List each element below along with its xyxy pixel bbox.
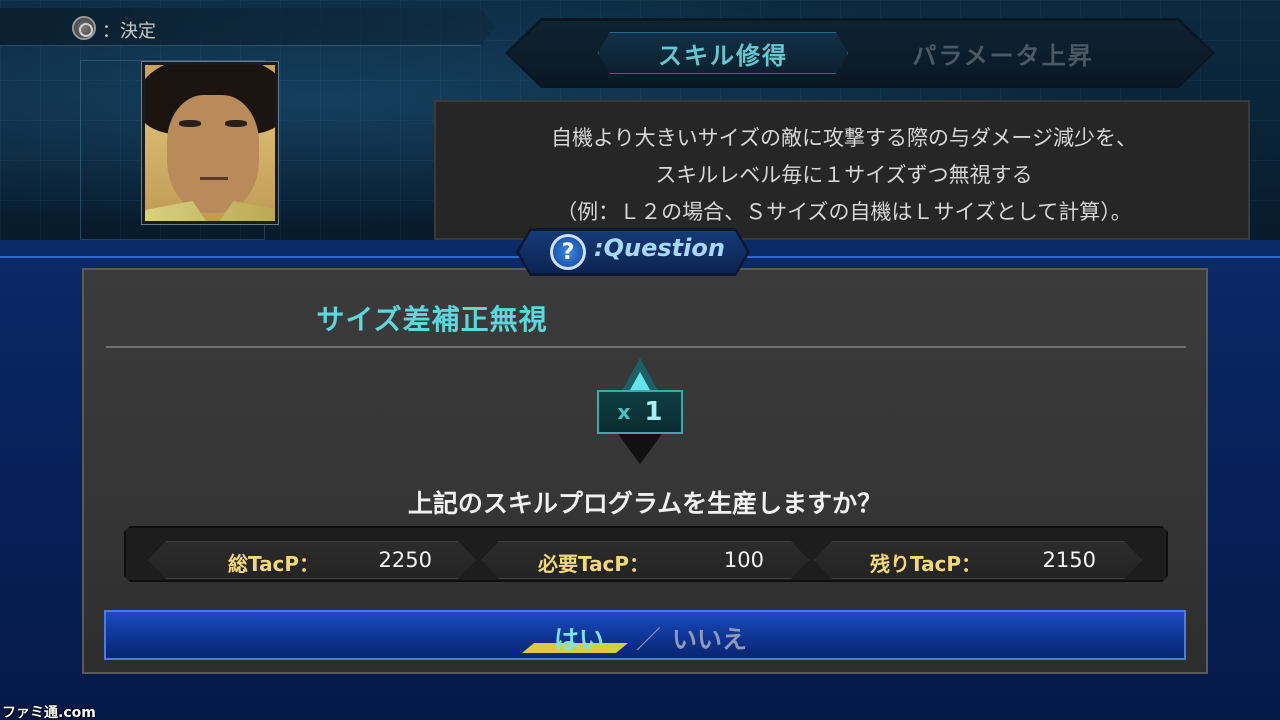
- question-mark-icon: ?: [550, 234, 586, 270]
- total-tacp-label: 総TacP：: [228, 552, 320, 576]
- character-portrait: [141, 61, 279, 225]
- portrait-eye-right: [225, 120, 247, 127]
- watermark-logo: ファミ通.com: [2, 705, 96, 720]
- yes-button[interactable]: はい: [554, 620, 604, 656]
- level-prefix: x: [617, 400, 631, 424]
- description-line-3: （例：Ｌ２の場合、Ｓサイズの自機はＬサイズとして計算）。: [556, 200, 1132, 224]
- description-line-2: スキルレベル毎に１サイズずつ無視する: [655, 163, 1033, 187]
- total-tacp-value: 2250: [378, 548, 432, 572]
- remaining-tacp-label: 残りTacP：: [870, 552, 982, 576]
- answer-separator: ／: [636, 625, 662, 654]
- portrait-eye-left: [179, 120, 201, 127]
- level-value: 1: [644, 397, 663, 427]
- confirm-question-text: 上記のスキルプログラムを生産しますか？: [407, 489, 883, 518]
- tab-parameter-raise[interactable]: パラメータ上昇: [878, 32, 1128, 74]
- no-button[interactable]: いいえ: [672, 620, 747, 656]
- tab-skill-acquire[interactable]: スキル修得: [598, 32, 848, 74]
- skill-level-badge: x 1: [597, 390, 683, 434]
- remaining-tacp-value: 2150: [1042, 548, 1096, 572]
- portrait-face: [167, 95, 259, 213]
- skill-description-box: 自機より大きいサイズの敵に攻撃する際の与ダメージ減少を、 スキルレベル毎に１サイ…: [434, 100, 1250, 240]
- required-tacp-label: 必要TacP：: [538, 552, 650, 576]
- required-tacp-value: 100: [723, 548, 764, 572]
- skill-name-title: サイズ差補正無視: [316, 303, 548, 336]
- portrait-mouth: [200, 177, 228, 180]
- circle-button-icon: [72, 16, 96, 40]
- description-line-1: 自機より大きいサイズの敵に攻撃する際の与ダメージ減少を、: [551, 126, 1137, 150]
- dialog-divider: [106, 346, 1186, 348]
- confirm-hint-label: ：決定: [102, 21, 156, 42]
- question-header-label: :Question: [594, 234, 725, 262]
